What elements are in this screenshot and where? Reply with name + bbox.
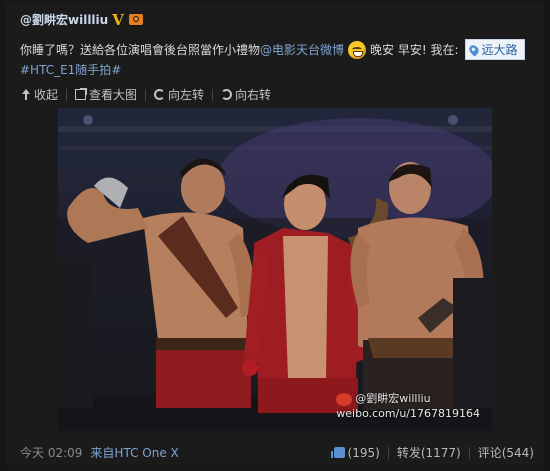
view-large-icon [75, 88, 88, 100]
post-photo[interactable]: @劉畊宏willliu weibo.com/u/1767819164 [58, 108, 492, 431]
divider [66, 88, 68, 101]
divider [145, 88, 147, 101]
like-icon[interactable] [330, 447, 345, 458]
topic-link[interactable]: #HTC_E1随手拍# [20, 61, 121, 78]
rotate-right-label: 向右转 [235, 88, 272, 102]
post-footer: 今天 02:09 来自HTC One X (195) 转发(1177) 评论(5… [20, 444, 534, 461]
camera-icon [128, 14, 143, 25]
post-text-main: 你睡了嗎？送給各位演唱會後台照當作小禮物 [20, 43, 261, 57]
location-tag[interactable]: 远大路 [464, 39, 525, 60]
source-prefix: 来自 [90, 446, 115, 460]
weibo-logo-icon [336, 392, 353, 406]
divider [468, 446, 470, 459]
comment-button[interactable]: 评论(544) [478, 444, 534, 461]
post-text-greeting: 晚安 早安! 我在: [370, 43, 459, 57]
divider [387, 446, 389, 459]
rotate-left-button[interactable]: 向左转 [154, 86, 204, 103]
image-toolbar: 收起 查看大图 向左转 向右转 [20, 86, 271, 103]
collapse-icon [20, 89, 31, 100]
username-link[interactable]: @劉畊宏willliu [20, 11, 108, 28]
post-time[interactable]: 今天 02:09 [20, 444, 82, 461]
smile-emoji-icon [348, 40, 367, 59]
collapse-button[interactable]: 收起 [20, 86, 58, 103]
location-label: 远大路 [481, 43, 518, 57]
collapse-label: 收起 [34, 88, 59, 102]
post-actions: (195) 转发(1177) 评论(544) [330, 444, 534, 461]
rotate-left-label: 向左转 [168, 88, 205, 102]
watermark-handle: @劉畊宏willliu [355, 392, 431, 405]
divider [212, 88, 214, 101]
mention-link[interactable]: @电影天台微博 [260, 41, 344, 58]
post-text: 你睡了嗎？送給各位演唱會後台照當作小禮物 @电影天台微博 晚安 早安! 我在: … [20, 39, 534, 60]
photo-illustration [58, 108, 492, 431]
repost-button[interactable]: 转发(1177) [397, 444, 461, 461]
view-large-button[interactable]: 查看大图 [75, 86, 137, 103]
photo-watermark: @劉畊宏willliu weibo.com/u/1767819164 [336, 391, 480, 421]
source-name: HTC One X [114, 446, 179, 460]
rotate-right-icon [221, 89, 233, 100]
view-large-label: 查看大图 [89, 88, 138, 102]
watermark-url: weibo.com/u/1767819164 [336, 407, 480, 420]
like-count[interactable]: (195) [348, 446, 380, 460]
post-author[interactable]: @劉畊宏willliu V [20, 11, 143, 28]
rotate-right-button[interactable]: 向右转 [221, 86, 271, 103]
verified-badge-icon: V [112, 10, 124, 29]
post-source[interactable]: 来自HTC One X [90, 444, 178, 461]
weibo-post-card: @劉畊宏willliu V 你睡了嗎？送給各位演唱會後台照當作小禮物 @电影天台… [6, 3, 544, 465]
rotate-left-icon [154, 89, 166, 100]
location-pin-icon [466, 42, 481, 57]
